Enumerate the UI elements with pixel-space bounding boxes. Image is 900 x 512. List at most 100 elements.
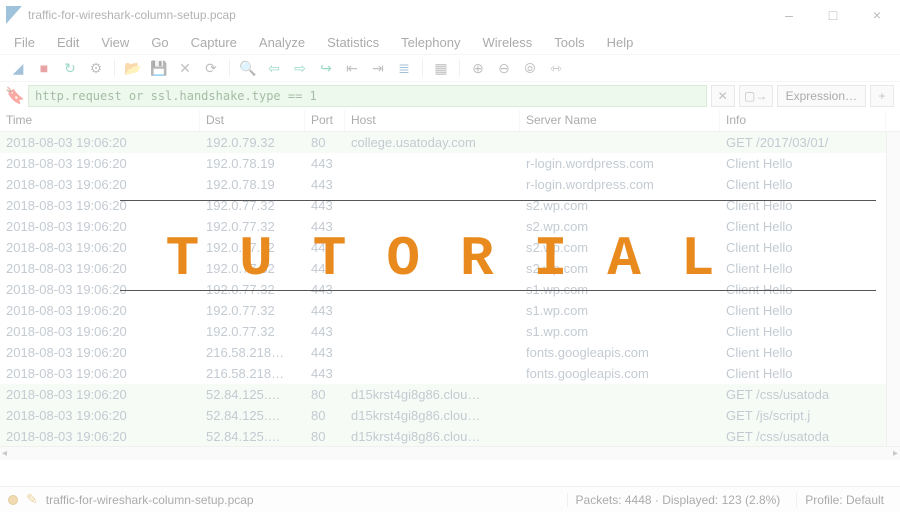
apply-filter-button[interactable]: ▢→	[739, 85, 773, 107]
edit-capture-icon[interactable]: ✎	[26, 491, 38, 508]
menu-help[interactable]: Help	[607, 35, 634, 50]
packet-row[interactable]: 2018-08-03 19:06:20192.0.77.32443s2.wp.c…	[0, 195, 900, 216]
autoscroll-icon[interactable]: ≣	[394, 58, 414, 78]
packet-row[interactable]: 2018-08-03 19:06:2052.84.125.…80d15krst4…	[0, 405, 900, 426]
app-icon	[6, 6, 22, 24]
cell-dst: 216.58.218…	[200, 366, 305, 381]
menu-analyze[interactable]: Analyze	[259, 35, 305, 50]
cell-info: GET /css/usatoda	[720, 429, 886, 444]
cell-srv: fonts.googleapis.com	[520, 345, 720, 360]
overlay-rule-top	[120, 200, 876, 201]
packet-row[interactable]: 2018-08-03 19:06:20192.0.79.3280college.…	[0, 132, 900, 153]
resize-columns-icon[interactable]: ⇿	[546, 58, 566, 78]
cell-srv: r-login.wordpress.com	[520, 177, 720, 192]
zoom-out-icon[interactable]: ⊖	[494, 58, 514, 78]
cell-dst: 192.0.77.32	[200, 219, 305, 234]
cell-info: Client Hello	[720, 324, 886, 339]
cell-time: 2018-08-03 19:06:20	[0, 366, 200, 381]
packet-row[interactable]: 2018-08-03 19:06:2052.84.125.…80d15krst4…	[0, 426, 900, 447]
column-info[interactable]: Info	[720, 110, 886, 131]
cell-port: 443	[305, 303, 345, 318]
cell-time: 2018-08-03 19:06:20	[0, 219, 200, 234]
column-dst[interactable]: Dst	[200, 110, 305, 131]
horizontal-scrollbar[interactable]: ◂▸	[0, 446, 900, 460]
packet-row[interactable]: 2018-08-03 19:06:20192.0.77.32443s1.wp.c…	[0, 321, 900, 342]
cell-host: d15krst4gi8g86.clou…	[345, 408, 520, 423]
cell-info: Client Hello	[720, 261, 886, 276]
packet-row[interactable]: 2018-08-03 19:06:20216.58.218…443fonts.g…	[0, 342, 900, 363]
toolbar-separator	[422, 59, 423, 77]
status-profile[interactable]: Profile: Default	[796, 493, 892, 507]
cell-info: Client Hello	[720, 303, 886, 318]
packet-row[interactable]: 2018-08-03 19:06:20216.58.218…443fonts.g…	[0, 363, 900, 384]
menu-statistics[interactable]: Statistics	[327, 35, 379, 50]
cell-port: 80	[305, 408, 345, 423]
menu-go[interactable]: Go	[151, 35, 168, 50]
expression-button[interactable]: Expression…	[777, 85, 866, 107]
column-port[interactable]: Port	[305, 110, 345, 131]
cell-info: GET /js/script.j	[720, 408, 886, 423]
vertical-scrollbar[interactable]	[886, 132, 900, 446]
save-file-icon[interactable]: 💾	[149, 58, 169, 78]
colorize-icon[interactable]: ▦	[431, 58, 451, 78]
packet-row[interactable]: 2018-08-03 19:06:20192.0.78.19443r-login…	[0, 153, 900, 174]
minimize-button[interactable]: –	[780, 7, 798, 23]
titlebar: traffic-for-wireshark-column-setup.pcap …	[0, 0, 900, 30]
packet-row[interactable]: 2018-08-03 19:06:20192.0.77.32443s1.wp.c…	[0, 300, 900, 321]
cell-info: Client Hello	[720, 156, 886, 171]
cell-dst: 192.0.77.32	[200, 324, 305, 339]
window-title: traffic-for-wireshark-column-setup.pcap	[28, 8, 236, 22]
packet-row[interactable]: 2018-08-03 19:06:20192.0.77.32443 s2.wp.c…	[0, 216, 900, 237]
cell-host: college.usatoday.com	[345, 135, 520, 150]
menu-tools[interactable]: Tools	[554, 35, 584, 50]
add-filter-button[interactable]: +	[870, 85, 894, 107]
filter-bar: 🔖 ✕ ▢→ Expression… +	[0, 82, 900, 110]
expert-info-icon[interactable]	[8, 495, 18, 505]
close-button[interactable]: ×	[868, 7, 886, 23]
packet-row[interactable]: 2018-08-03 19:06:20192.0.77.32443s2.wp.c…	[0, 237, 900, 258]
cell-srv: s2.wp.com	[520, 219, 720, 234]
packet-row[interactable]: 2018-08-03 19:06:2052.84.125.…80d15krst4…	[0, 384, 900, 405]
first-packet-icon[interactable]: ⇤	[342, 58, 362, 78]
column-server-name[interactable]: Server Name	[520, 110, 720, 131]
toolbar-separator	[114, 59, 115, 77]
close-file-icon[interactable]: ✕	[175, 58, 195, 78]
zoom-reset-icon[interactable]: ⦾	[520, 58, 540, 78]
menu-view[interactable]: View	[101, 35, 129, 50]
cell-time: 2018-08-03 19:06:20	[0, 177, 200, 192]
last-packet-icon[interactable]: ⇥	[368, 58, 388, 78]
reload-icon[interactable]: ⟳	[201, 58, 221, 78]
clear-filter-button[interactable]: ✕	[711, 85, 735, 107]
find-icon[interactable]: 🔍	[238, 58, 258, 78]
packet-row[interactable]: 2018-08-03 19:06:20192.0.78.19443r-login…	[0, 174, 900, 195]
menu-telephony[interactable]: Telephony	[401, 35, 460, 50]
cell-port: 443	[305, 366, 345, 381]
packet-row[interactable]: 2018-08-03 19:06:20192.0.77.32443s2.wp.c…	[0, 258, 900, 279]
bookmark-icon[interactable]: 🔖	[6, 87, 24, 105]
go-forward-icon[interactable]: ⇨	[290, 58, 310, 78]
start-capture-icon[interactable]: ◢	[8, 58, 28, 78]
cell-host: d15krst4gi8g86.clou…	[345, 429, 520, 444]
packet-list[interactable]: 2018-08-03 19:06:20192.0.79.3280college.…	[0, 132, 900, 460]
go-back-icon[interactable]: ⇦	[264, 58, 284, 78]
menu-capture[interactable]: Capture	[191, 35, 237, 50]
menu-wireless[interactable]: Wireless	[482, 35, 532, 50]
cell-time: 2018-08-03 19:06:20	[0, 387, 200, 402]
cell-port: 443	[305, 177, 345, 192]
maximize-button[interactable]: □	[824, 7, 842, 23]
cell-port: 443	[305, 219, 345, 234]
cell-dst: 192.0.78.19	[200, 156, 305, 171]
column-time[interactable]: Time	[0, 110, 200, 131]
zoom-in-icon[interactable]: ⊕	[468, 58, 488, 78]
menu-file[interactable]: File	[14, 35, 35, 50]
go-to-icon[interactable]: ↪	[316, 58, 336, 78]
open-file-icon[interactable]: 📂	[123, 58, 143, 78]
options-icon[interactable]: ⚙	[86, 58, 106, 78]
display-filter-input[interactable]	[28, 85, 707, 107]
stop-capture-icon[interactable]: ■	[34, 58, 54, 78]
restart-capture-icon[interactable]: ↻	[60, 58, 80, 78]
menu-edit[interactable]: Edit	[57, 35, 79, 50]
column-host[interactable]: Host	[345, 110, 520, 131]
cell-port: 80	[305, 135, 345, 150]
toolbar-separator	[459, 59, 460, 77]
